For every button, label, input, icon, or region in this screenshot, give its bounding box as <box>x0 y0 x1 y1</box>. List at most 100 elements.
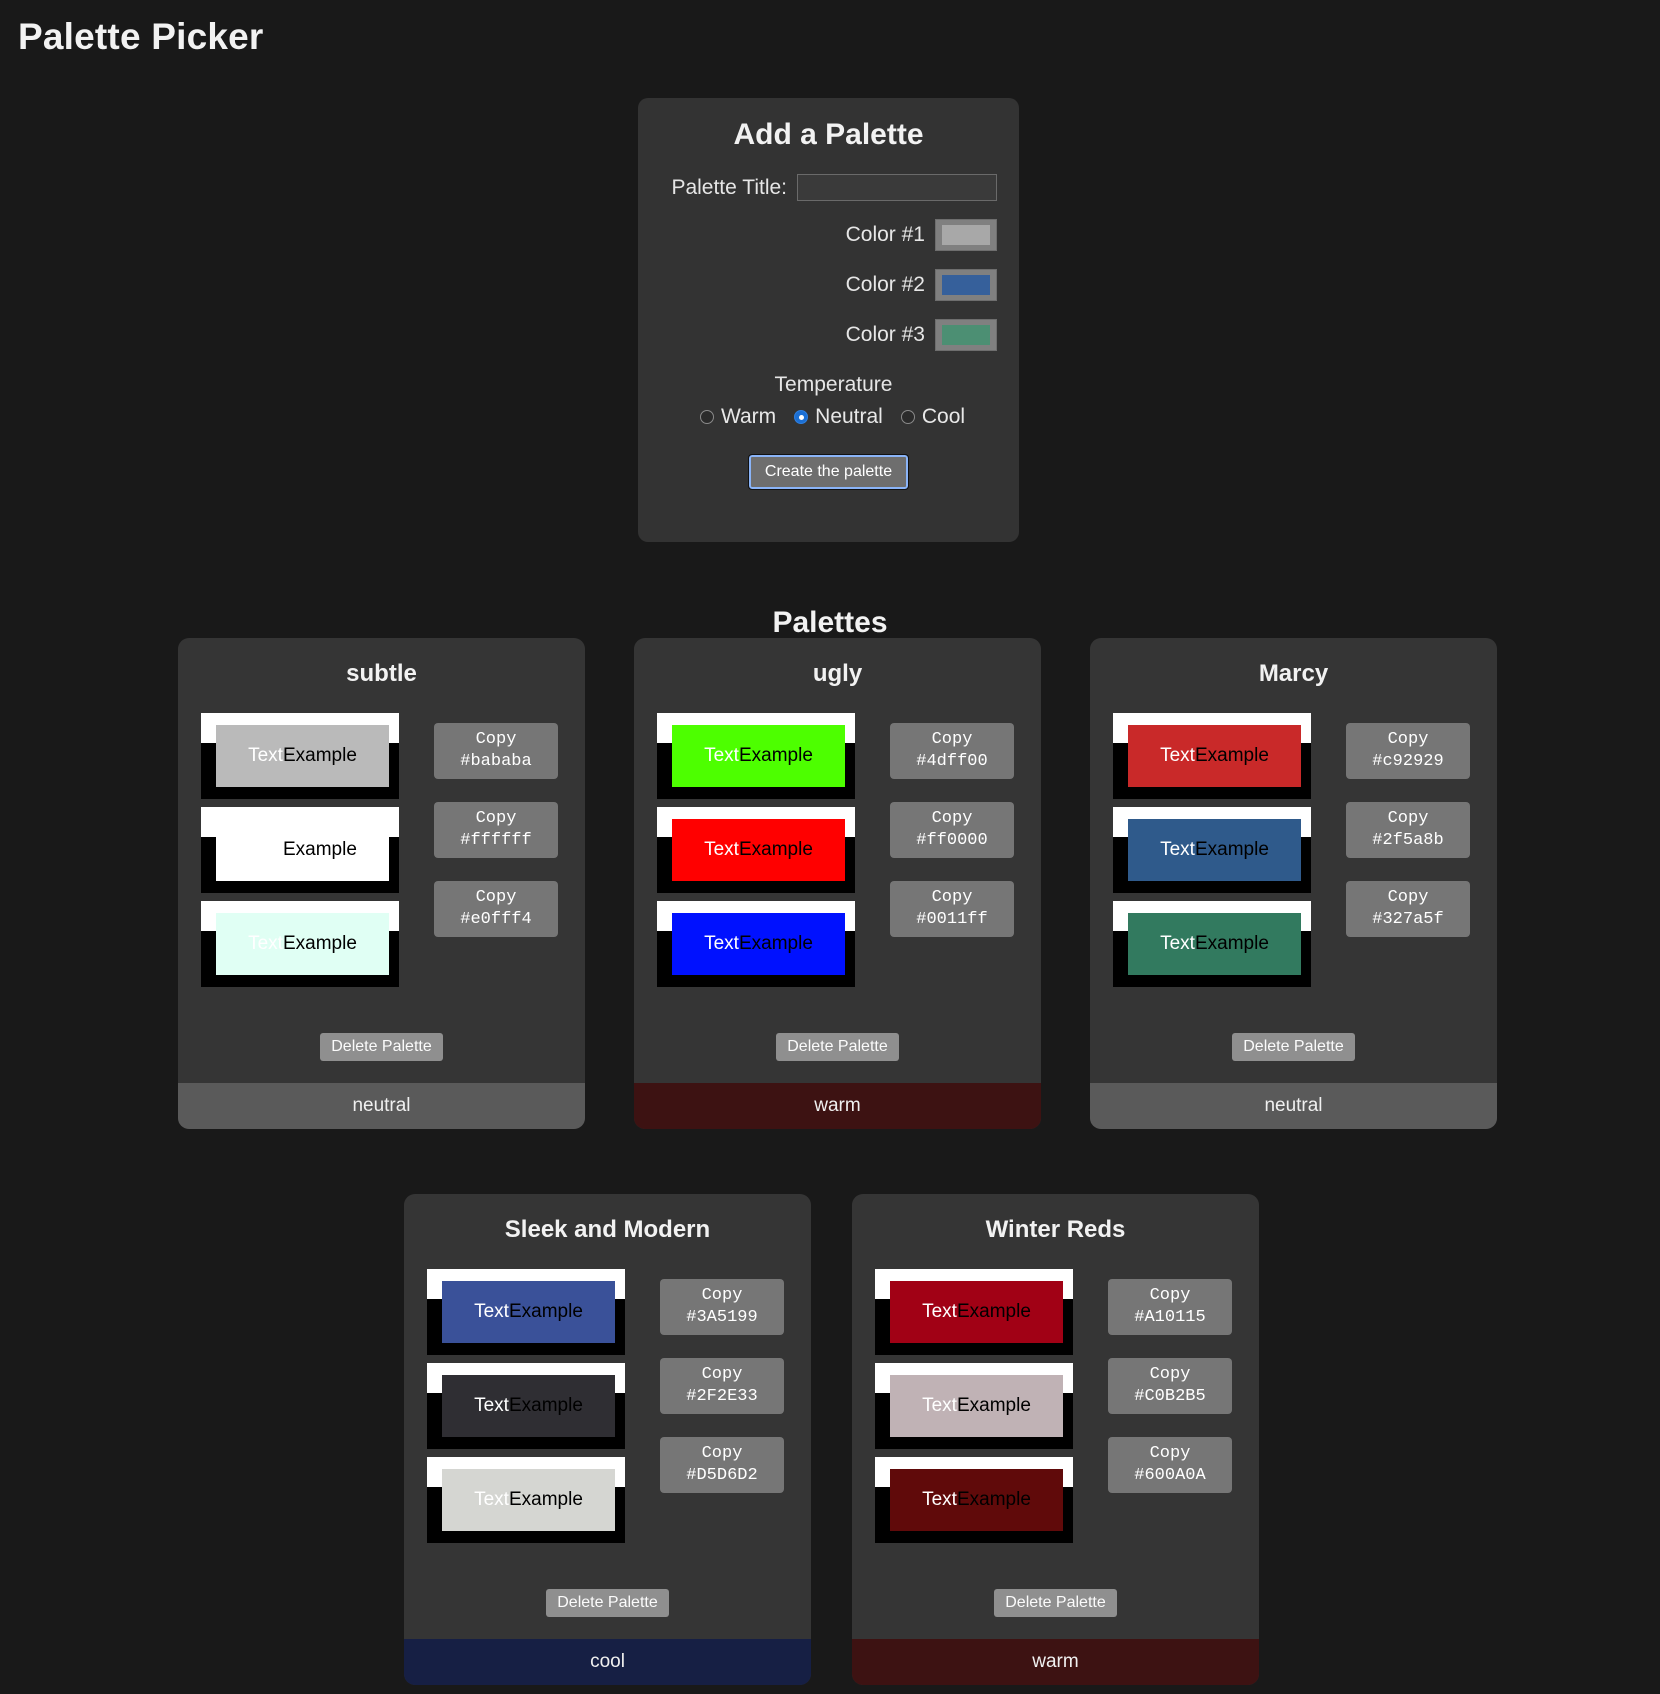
radio-icon[interactable] <box>699 410 714 424</box>
swatch-text-black: Example <box>508 1489 583 1510</box>
copy-label: Copy <box>1387 888 1429 908</box>
copy-color-button[interactable]: Copy #4dff00 <box>890 723 1014 779</box>
copy-label: Copy <box>931 888 973 908</box>
swatch-text-black: Example <box>1194 839 1269 860</box>
color-swatch: Text Example <box>657 901 855 987</box>
delete-palette-button[interactable]: Delete Palette <box>776 1033 899 1061</box>
temperature-option-cool[interactable]: Cool <box>900 405 966 429</box>
swatch-column: Text Example Text Example Text Example <box>201 713 399 995</box>
color-swatch: Text Example <box>1113 807 1311 893</box>
copy-color-button[interactable]: Copy #2F2E33 <box>660 1358 784 1414</box>
temperature-badge: cool <box>404 1639 811 1685</box>
swatch-text-black: Example <box>956 1301 1031 1322</box>
swatch-text-black: Example <box>738 745 813 766</box>
copy-color-button[interactable]: Copy #2f5a8b <box>1346 802 1470 858</box>
palette-title-input[interactable] <box>797 174 997 201</box>
delete-palette-button[interactable]: Delete Palette <box>546 1589 669 1617</box>
color-2-row: Color #2 <box>638 269 1019 301</box>
temperature-badge: neutral <box>178 1083 585 1129</box>
copy-color-button[interactable]: Copy #3A5199 <box>660 1279 784 1335</box>
swatch-area: Text Example Text Example Text Example Copy… <box>178 713 585 995</box>
swatch-text-black: Example <box>282 839 357 860</box>
palette-name: Marcy <box>1258 660 1329 687</box>
copy-hex-value: #D5D6D2 <box>686 1466 758 1485</box>
create-button-wrap: Create the palette <box>638 454 1019 490</box>
copy-hex-value: #e0fff4 <box>460 910 532 929</box>
color-3-picker[interactable] <box>935 319 997 351</box>
temperature-option-warm[interactable]: Warm <box>699 405 776 429</box>
color-1-picker[interactable] <box>935 219 997 251</box>
copy-color-button[interactable]: Copy #327a5f <box>1346 881 1470 937</box>
color-2-picker[interactable] <box>935 269 997 301</box>
color-2-label: Color #2 <box>845 273 925 296</box>
copy-button-column: Copy #A10115 Copy #C0B2B5 Copy #600A0A <box>1108 1269 1232 1551</box>
swatch-column: Text Example Text Example Text Example <box>657 713 855 995</box>
copy-color-button[interactable]: Copy #ffffff <box>434 802 558 858</box>
temperature-legend: Temperature <box>774 373 893 396</box>
copy-color-button[interactable]: Copy #600A0A <box>1108 1437 1232 1493</box>
swatch-text-white: Text <box>704 839 739 860</box>
copy-button-column: Copy #c92929 Copy #2f5a8b Copy #327a5f <box>1346 713 1470 995</box>
temperature-option-neutral[interactable]: Neutral <box>794 405 883 429</box>
color-1-row: Color #1 <box>638 219 1019 251</box>
color-2-swatch <box>942 275 990 295</box>
copy-color-button[interactable]: Copy #C0B2B5 <box>1108 1358 1232 1414</box>
swatch-text-white: Text <box>474 1301 509 1322</box>
swatch-chip: Text Example <box>672 913 845 975</box>
swatch-text-black: Example <box>508 1395 583 1416</box>
delete-palette-button[interactable]: Delete Palette <box>320 1033 443 1061</box>
copy-color-button[interactable]: Copy #bababa <box>434 723 558 779</box>
color-swatch: Text Example <box>1113 713 1311 799</box>
color-swatch: Text Example <box>875 1457 1073 1543</box>
copy-hex-value: #4dff00 <box>916 752 988 771</box>
form-heading: Add a Palette <box>733 118 924 151</box>
copy-color-button[interactable]: Copy #0011ff <box>890 881 1014 937</box>
radio-icon[interactable] <box>794 410 809 424</box>
copy-color-button[interactable]: Copy #ff0000 <box>890 802 1014 858</box>
swatch-text-white: Text <box>922 1395 957 1416</box>
color-swatch: Text Example <box>201 713 399 799</box>
swatch-text-white: Text <box>704 933 739 954</box>
swatch-column: Text Example Text Example Text Example <box>1113 713 1311 995</box>
copy-color-button[interactable]: Copy #A10115 <box>1108 1279 1232 1335</box>
delete-palette-button[interactable]: Delete Palette <box>994 1589 1117 1617</box>
copy-button-column: Copy #4dff00 Copy #ff0000 Copy #0011ff <box>890 713 1014 995</box>
swatch-chip: Text Example <box>442 1375 615 1437</box>
color-1-label: Color #1 <box>845 223 925 246</box>
swatch-text-black: Example <box>956 1395 1031 1416</box>
swatch-area: Text Example Text Example Text Example Copy… <box>404 1269 811 1551</box>
swatch-text-white: Text <box>922 1301 957 1322</box>
swatch-text-black: Example <box>508 1301 583 1322</box>
swatch-text-white: Text <box>248 933 283 954</box>
swatch-text-black: Example <box>282 933 357 954</box>
copy-color-button[interactable]: Copy #D5D6D2 <box>660 1437 784 1493</box>
palette-name: Sleek and Modern <box>504 1216 711 1243</box>
copy-button-column: Copy #3A5199 Copy #2F2E33 Copy #D5D6D2 <box>660 1269 784 1551</box>
palette-grid-row-2: Sleek and Modern Text Example Text Example… <box>404 1194 1259 1685</box>
palette-name: ugly <box>812 660 863 687</box>
color-swatch: Text Example <box>875 1363 1073 1449</box>
copy-label: Copy <box>1149 1444 1191 1464</box>
copy-hex-value: #3A5199 <box>686 1308 758 1327</box>
color-swatch: Text Example <box>657 713 855 799</box>
color-swatch: Text Example <box>875 1269 1073 1355</box>
swatch-text-white: Text <box>248 839 283 860</box>
delete-button-wrap: Delete Palette <box>634 1033 1041 1061</box>
copy-button-column: Copy #bababa Copy #ffffff Copy #e0fff4 <box>434 713 558 995</box>
swatch-chip: Text Example <box>1128 913 1301 975</box>
swatch-text-white: Text <box>1160 933 1195 954</box>
swatch-chip: Text Example <box>890 1375 1063 1437</box>
copy-color-button[interactable]: Copy #c92929 <box>1346 723 1470 779</box>
temperature-badge: warm <box>634 1083 1041 1129</box>
radio-icon[interactable] <box>900 410 915 424</box>
swatch-text-black: Example <box>1194 745 1269 766</box>
copy-label: Copy <box>1149 1286 1191 1306</box>
swatch-text-white: Text <box>922 1489 957 1510</box>
copy-color-button[interactable]: Copy #e0fff4 <box>434 881 558 937</box>
temperature-option-label: Cool <box>921 405 966 428</box>
color-3-label: Color #3 <box>845 323 925 346</box>
create-palette-button[interactable]: Create the palette <box>747 454 910 490</box>
delete-palette-button[interactable]: Delete Palette <box>1232 1033 1355 1061</box>
swatch-chip: Text Example <box>672 725 845 787</box>
copy-hex-value: #2F2E33 <box>686 1387 758 1406</box>
